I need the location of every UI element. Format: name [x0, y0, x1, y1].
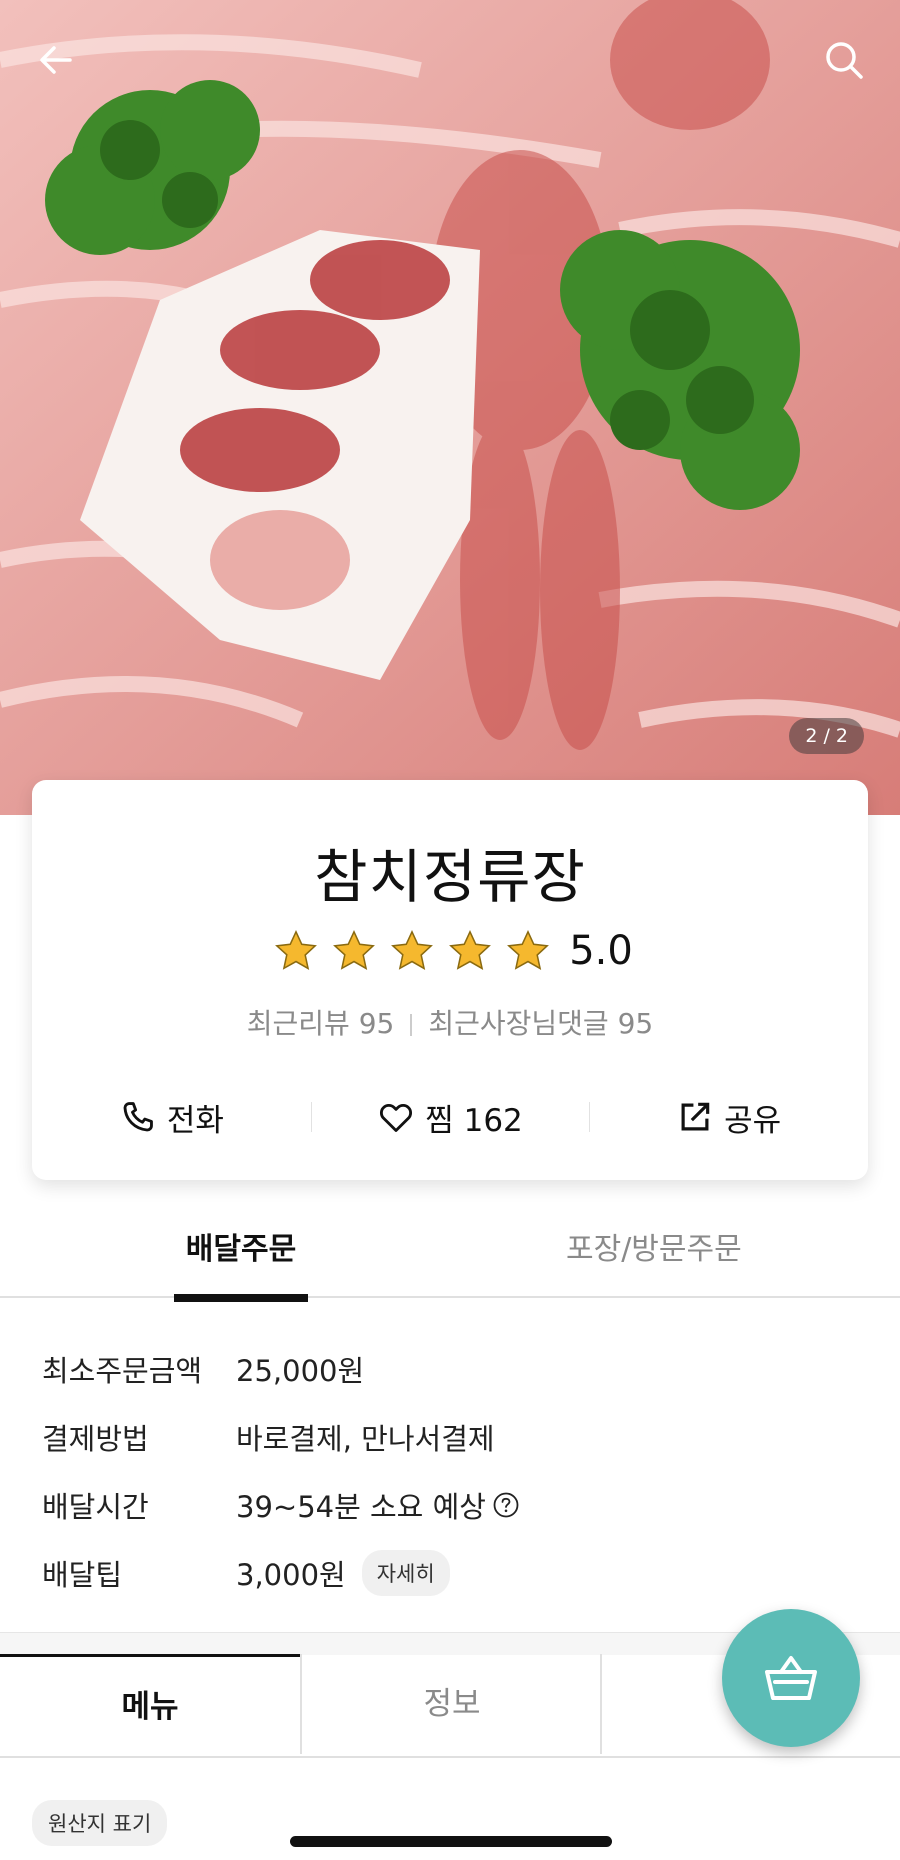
phone-icon — [123, 1102, 153, 1132]
star-icon — [333, 930, 376, 970]
rating-score: 5.0 — [569, 928, 633, 974]
delivery-tip-label: 배달팁 — [42, 1558, 123, 1592]
favorite-label: 찜 162 — [425, 1102, 523, 1139]
details-button[interactable]: 자세히 — [361, 1550, 450, 1596]
store-info-card: 참치정류장 5.0 최근리뷰 95 최근사장님댓글 95 전화 찜 162 공유 — [32, 780, 868, 1180]
share-icon — [681, 1102, 710, 1131]
question-circle-icon[interactable] — [492, 1491, 520, 1519]
tab-menu[interactable]: 메뉴 — [0, 1654, 300, 1757]
tab-pickup[interactable]: 포장/방문주문 — [566, 1222, 742, 1294]
home-indicator — [290, 1836, 612, 1847]
tab-info[interactable]: 정보 — [300, 1654, 602, 1754]
min-order-label: 최소주문금액 — [42, 1354, 203, 1388]
arrow-left-icon — [40, 46, 72, 74]
star-icon — [391, 930, 434, 970]
payment-label: 결제방법 — [42, 1422, 149, 1456]
delivery-tip-value: 3,000원 — [236, 1558, 346, 1592]
separator — [410, 1014, 413, 1036]
delivery-time-value: 39~54분 소요 예상 — [236, 1490, 486, 1524]
basket-icon — [765, 1656, 817, 1700]
payment-row: 결제방법 바로결제, 만나서결제 — [42, 1403, 842, 1471]
delivery-time-label: 배달시간 — [42, 1490, 149, 1524]
min-order-value: 25,000원 — [236, 1354, 365, 1388]
share-label: 공유 — [724, 1102, 782, 1139]
min-order-row: 최소주문금액 25,000원 — [42, 1335, 842, 1403]
search-icon — [826, 42, 863, 79]
share-button[interactable]: 공유 — [589, 1092, 868, 1142]
review-meta: 최근리뷰 95 최근사장님댓글 95 — [32, 1002, 868, 1042]
payment-value: 바로결제, 만나서결제 — [236, 1422, 495, 1456]
tab-delivery[interactable]: 배달주문 — [174, 1222, 308, 1302]
recent-review-count[interactable]: 최근리뷰 95 — [247, 1007, 395, 1040]
cart-button[interactable] — [722, 1609, 860, 1747]
delivery-info: 최소주문금액 25,000원 결제방법 바로결제, 만나서결제 배달시간 39~… — [42, 1335, 842, 1607]
rating-row: 5.0 — [32, 928, 868, 974]
delivery-time-row: 배달시간 39~54분 소요 예상 — [42, 1471, 842, 1539]
store-name: 참치정류장 — [314, 843, 586, 911]
delivery-tip-row: 배달팁 3,000원 자세히 — [42, 1539, 842, 1607]
back-button[interactable] — [30, 34, 82, 86]
order-type-tabs: 배달주문 포장/방문주문 — [0, 1222, 900, 1302]
call-label: 전화 — [166, 1102, 224, 1139]
star-icon — [507, 930, 550, 970]
owner-reply-count[interactable]: 최근사장님댓글 95 — [428, 1007, 653, 1040]
action-row: 전화 찜 162 공유 — [32, 1092, 868, 1142]
origin-label-chip[interactable]: 원산지 표기 — [32, 1800, 168, 1846]
star-icon — [449, 930, 492, 970]
heart-icon — [380, 1103, 413, 1132]
favorite-button[interactable]: 찜 162 — [310, 1092, 590, 1142]
star-icon — [275, 930, 318, 970]
call-button[interactable]: 전화 — [32, 1092, 311, 1142]
store-hero-image: 2 / 2 — [0, 0, 900, 815]
image-counter: 2 / 2 — [789, 718, 864, 754]
tuna-sashimi-photo — [0, 0, 900, 815]
search-button[interactable] — [818, 34, 870, 86]
